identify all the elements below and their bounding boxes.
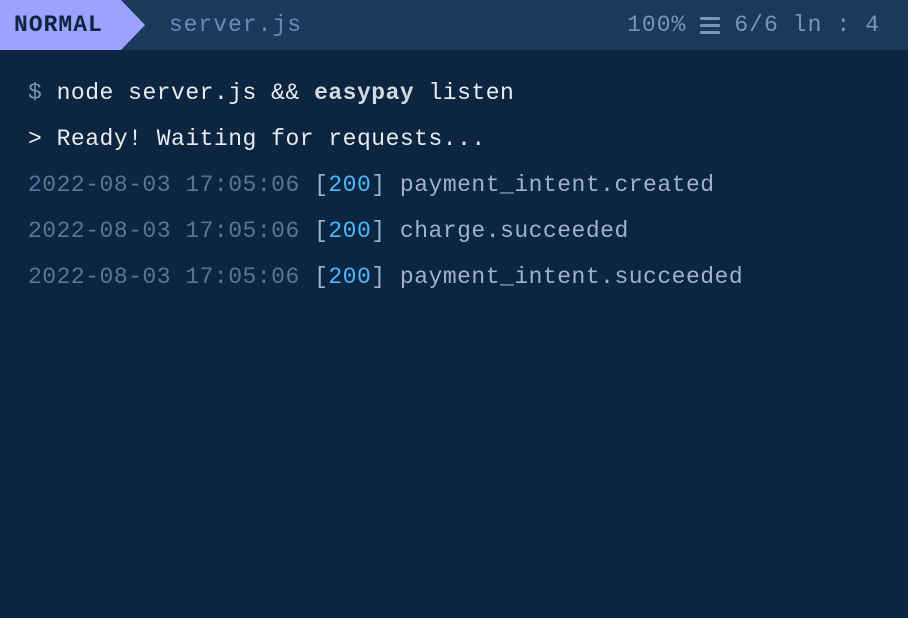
log-event-name: charge.succeeded	[400, 218, 629, 244]
log-entry: 2022-08-03 17:05:06 [200] charge.succeed…	[28, 218, 880, 244]
log-bracket-open: [	[314, 172, 328, 198]
vim-mode-badge: NORMAL	[0, 0, 121, 50]
line-label: ln	[793, 12, 823, 38]
log-status-code: 200	[328, 218, 371, 244]
shell-prompt: $	[28, 80, 42, 106]
editor-status-bar: NORMAL server.js 100% 6/6 ln : 4	[0, 0, 908, 50]
terminal-output[interactable]: $ node server.js && easypay listen > Rea…	[0, 50, 908, 340]
command-part1: node server.js &&	[57, 80, 314, 106]
column-position: 4	[865, 12, 880, 38]
log-bracket-close: ]	[371, 172, 400, 198]
command-part2: listen	[414, 80, 514, 106]
vim-mode-text: NORMAL	[14, 12, 103, 38]
brand-name: easypay	[314, 80, 414, 106]
log-status-code: 200	[328, 264, 371, 290]
log-event-name: payment_intent.created	[400, 172, 715, 198]
ready-message: Ready! Waiting for requests...	[57, 126, 486, 152]
separator-colon: :	[836, 12, 851, 38]
scroll-percent: 100%	[627, 12, 686, 38]
log-bracket-open: [	[314, 264, 328, 290]
current-filename: server.js	[169, 12, 302, 38]
log-entry: 2022-08-03 17:05:06 [200] payment_intent…	[28, 264, 880, 290]
log-bracket-close: ]	[371, 264, 400, 290]
output-prefix: >	[28, 126, 42, 152]
line-position: 6/6	[734, 12, 778, 38]
log-entry: 2022-08-03 17:05:06 [200] payment_intent…	[28, 172, 880, 198]
command-line: $ node server.js && easypay listen	[28, 80, 880, 106]
menu-icon	[700, 17, 720, 34]
status-right-group: 100% 6/6 ln : 4	[627, 12, 908, 38]
log-event-name: payment_intent.succeeded	[400, 264, 743, 290]
log-status-code: 200	[328, 172, 371, 198]
log-timestamp: 2022-08-03 17:05:06	[28, 172, 300, 198]
log-timestamp: 2022-08-03 17:05:06	[28, 264, 300, 290]
log-timestamp: 2022-08-03 17:05:06	[28, 218, 300, 244]
log-bracket-open: [	[314, 218, 328, 244]
log-bracket-close: ]	[371, 218, 400, 244]
ready-line: > Ready! Waiting for requests...	[28, 126, 880, 152]
